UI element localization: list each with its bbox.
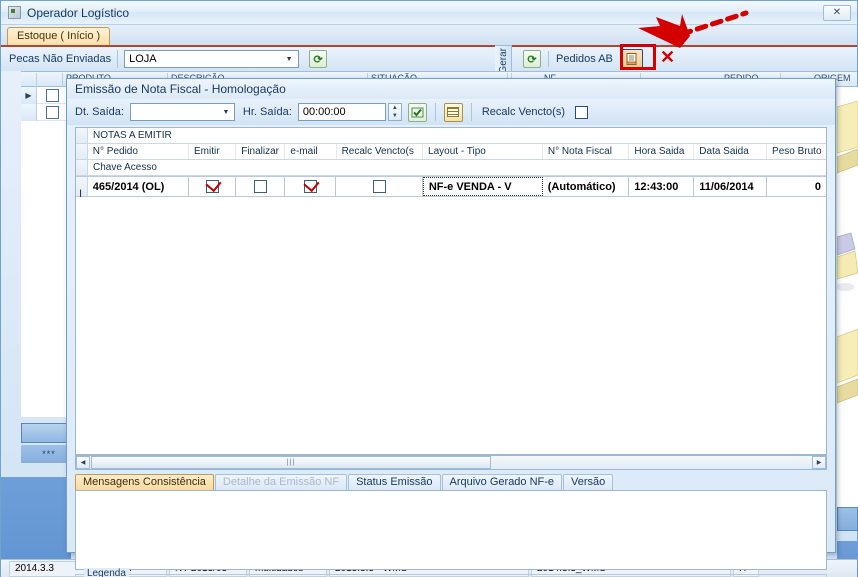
loja-filter-select[interactable]: LOJA ▼ bbox=[124, 50, 300, 68]
col-peso-bruto[interactable]: Peso Bruto bbox=[767, 144, 826, 159]
refresh-icon[interactable]: ⟳ bbox=[309, 50, 328, 68]
background-right-accent bbox=[837, 507, 858, 531]
loja-filter-value: LOJA bbox=[129, 53, 157, 65]
row-checkbox[interactable] bbox=[46, 105, 59, 119]
dialog-tab-bar: Mensagens Consistência Detalhe da Emissã… bbox=[75, 473, 827, 490]
tab-detalhe-emissao-nf[interactable]: Detalhe da Emissão NF bbox=[214, 474, 348, 490]
grid-indent bbox=[76, 160, 88, 175]
tab-versao[interactable]: Versão bbox=[563, 474, 614, 490]
tab-arquivo-gerado-nfe[interactable]: Arquivo Gerado NF-e bbox=[441, 474, 563, 490]
tab-mensagens-consistencia[interactable]: Mensagens Consistência bbox=[75, 474, 214, 490]
col-finalizar[interactable]: Finalizar bbox=[236, 144, 286, 159]
cell-n-pedido: 465/2014 (OL) bbox=[88, 177, 190, 196]
finalizar-checkbox[interactable] bbox=[253, 180, 267, 193]
cell-finalizar[interactable] bbox=[236, 177, 286, 196]
col-n-pedido[interactable]: N° Pedido bbox=[88, 144, 189, 159]
cell-n-nota-fiscal: (Automático) bbox=[543, 177, 630, 196]
cell-emitir[interactable] bbox=[189, 177, 237, 196]
chevron-down-icon[interactable]: ▼ bbox=[220, 104, 232, 120]
hr-saida-label: Hr. Saída: bbox=[242, 106, 292, 118]
col-recalc-vencto[interactable]: Recalc Vencto(s bbox=[337, 144, 424, 159]
grid-group-header: NOTAS A EMITIR bbox=[76, 128, 826, 144]
recalc-vencto-checkbox[interactable] bbox=[575, 105, 588, 119]
scrollbar-thumb[interactable]: ||| bbox=[91, 456, 491, 469]
application-title: Operador Logístico bbox=[27, 5, 130, 20]
legend-title: Legenda bbox=[84, 568, 129, 577]
annotation-arrow bbox=[638, 10, 749, 48]
col-n-nota-fiscal[interactable]: N° Nota Fiscal bbox=[543, 144, 630, 159]
text-cursor-icon: I bbox=[79, 188, 83, 200]
confirm-check-icon[interactable] bbox=[407, 102, 427, 122]
dt-saida-value bbox=[131, 104, 135, 116]
close-icon[interactable]: ✕ bbox=[823, 5, 851, 21]
pedidos-ab-label: Pedidos AB bbox=[556, 53, 613, 65]
col-data-saida[interactable]: Data Saida bbox=[694, 144, 768, 159]
cell-layout-tipo[interactable]: NF-e VENDA - V bbox=[422, 177, 543, 196]
app-window-icon bbox=[8, 6, 21, 19]
emitir-checkbox[interactable] bbox=[205, 180, 219, 193]
scroll-right-icon[interactable]: ▶ bbox=[812, 456, 826, 469]
grid-subheader-row: Chave Acesso bbox=[76, 160, 826, 176]
row-marker bbox=[21, 103, 37, 121]
refresh-icon[interactable]: ⟳ bbox=[523, 50, 541, 68]
warehouse-illustration bbox=[836, 87, 858, 507]
email-checkbox[interactable] bbox=[303, 180, 317, 193]
row-checkbox[interactable] bbox=[46, 88, 59, 102]
dialog-toolbar: Dt. Saída: ▼ Hr. Saída: 00:00:00 ▲ ▼ Reca… bbox=[67, 99, 835, 125]
grid-empty-area bbox=[76, 197, 826, 447]
grid-horizontal-scrollbar[interactable]: ◀ ||| ▶ bbox=[75, 455, 827, 470]
col-hora-saida[interactable]: Hora Saida bbox=[629, 144, 695, 159]
cell-email[interactable] bbox=[285, 177, 337, 196]
recalc-row-checkbox[interactable] bbox=[372, 180, 386, 193]
toolbar-separator bbox=[117, 50, 119, 68]
vertical-tab-gerar-label: Gerar bbox=[498, 48, 509, 74]
scroll-left-icon[interactable]: ◀ bbox=[76, 456, 90, 469]
col-email[interactable]: e-mail bbox=[285, 144, 337, 159]
hr-saida-stepper[interactable]: ▲ ▼ bbox=[387, 103, 402, 121]
grid-indent bbox=[76, 144, 88, 159]
tab-status-emissao[interactable]: Status Emissão bbox=[348, 474, 441, 490]
bg-col-0 bbox=[21, 73, 37, 87]
grid-indent bbox=[76, 128, 88, 143]
cell-peso-bruto: 0 bbox=[814, 180, 822, 193]
bg-col-1 bbox=[37, 73, 63, 87]
filter-label: Pecas Não Enviadas bbox=[9, 53, 112, 65]
grid-subheader-label: Chave Acesso bbox=[93, 162, 157, 173]
toolbar-separator bbox=[434, 103, 436, 121]
toolbar-separator bbox=[470, 103, 472, 121]
toolbar-separator bbox=[548, 51, 549, 67]
col-layout-tipo[interactable]: Layout - Tipo bbox=[423, 144, 543, 159]
dt-saida-label: Dt. Saída: bbox=[75, 106, 124, 118]
recalc-vencto-label: Recalc Vencto(s) bbox=[481, 106, 565, 118]
emissao-nota-fiscal-dialog: Emissão de Nota Fiscal - Homologação Dt.… bbox=[66, 78, 836, 577]
row-marker: ▶ bbox=[21, 86, 37, 104]
calendar-icon[interactable] bbox=[443, 102, 463, 122]
chevron-down-icon[interactable]: ▼ bbox=[282, 51, 296, 67]
dialog-title: Emissão de Nota Fiscal - Homologação bbox=[67, 79, 835, 99]
dt-saida-input[interactable]: ▼ bbox=[129, 103, 235, 121]
grid-column-header-row: N° Pedido Emitir Finalizar e-mail Recalc… bbox=[76, 144, 826, 160]
cell-hora-saida: 12:43:00 bbox=[629, 177, 695, 196]
cell-data-saida: 11/06/2014 bbox=[694, 177, 767, 196]
table-row[interactable]: 465/2014 (OL) NF-e VENDA - V (Automático… bbox=[76, 176, 826, 197]
notas-grid: NOTAS A EMITIR N° Pedido Emitir Finaliza… bbox=[75, 127, 827, 455]
col-emitir[interactable]: Emitir bbox=[189, 144, 237, 159]
grid-group-header-label: NOTAS A EMITIR bbox=[93, 130, 172, 141]
mensagens-consistencia-panel[interactable] bbox=[75, 490, 827, 570]
cell-recalc-vencto[interactable] bbox=[336, 177, 423, 196]
tab-estoque-inicio[interactable]: Estoque ( Início ) bbox=[7, 27, 111, 46]
hr-saida-input[interactable]: 00:00:00 bbox=[297, 103, 386, 121]
